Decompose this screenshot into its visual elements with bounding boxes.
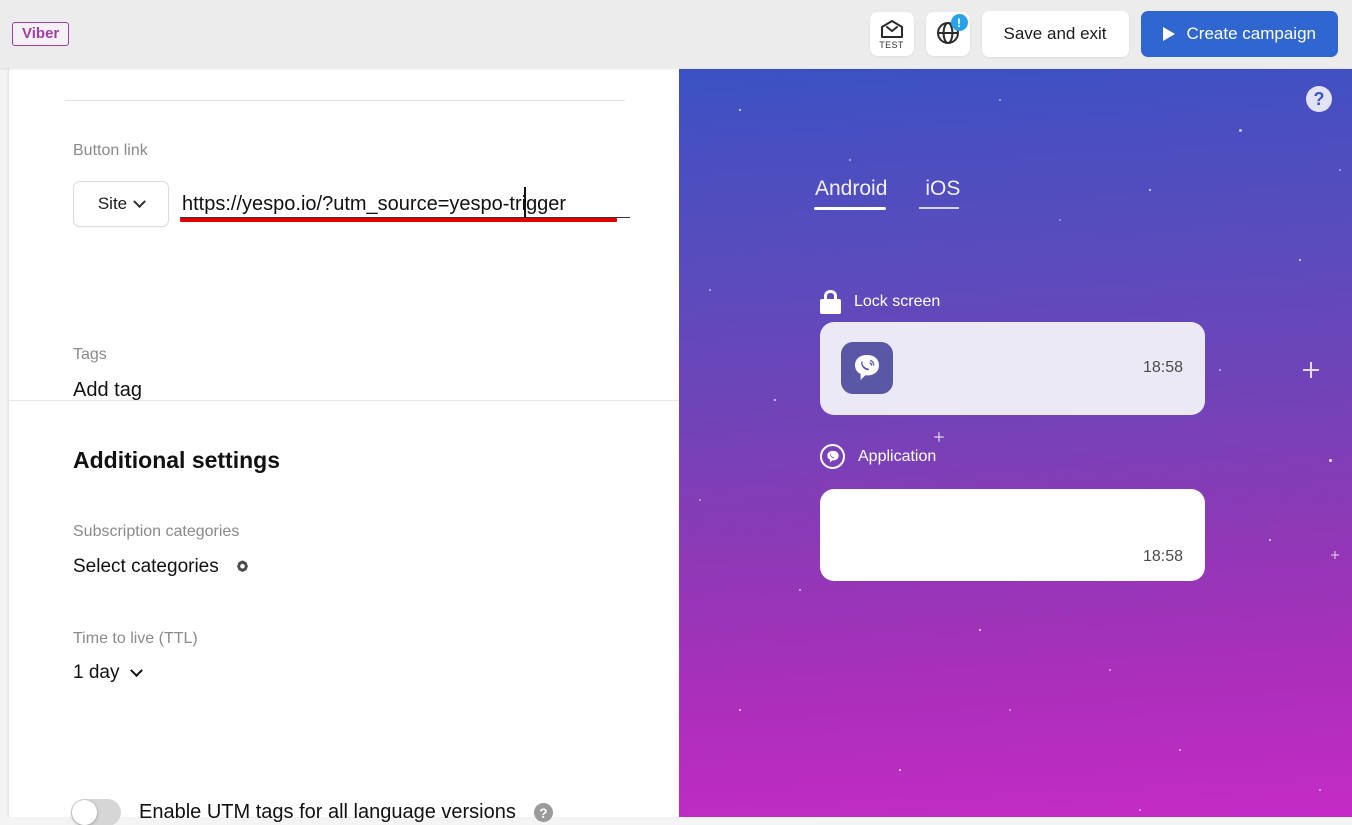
device-preview-panel: ? Android iOS Lock screen 18:58 Applicat… — [679, 69, 1352, 817]
ttl-label: Time to live (TTL) — [73, 630, 198, 647]
text-cursor — [524, 187, 526, 217]
application-time: 18:58 — [1142, 548, 1183, 565]
header-actions: TEST ! Save and exit Create campaign — [869, 11, 1338, 57]
star-field — [679, 69, 1352, 817]
application-notification-card[interactable]: 18:58 — [820, 489, 1205, 581]
tags-field: Tags Add tag — [73, 346, 142, 402]
lock-screen-notification-card[interactable]: 18:58 — [820, 322, 1205, 415]
question-mark-icon[interactable]: ? — [533, 803, 553, 822]
test-icon-label: TEST — [879, 40, 904, 50]
top-divider — [65, 100, 625, 101]
ttl-field: Time to live (TTL) 1 day — [73, 630, 198, 684]
ttl-select[interactable]: 1 day — [73, 662, 198, 684]
button-link-row: Site — [73, 181, 630, 227]
tab-ios[interactable]: iOS — [919, 177, 960, 210]
form-pane: Button link Site Tags A — [0, 68, 679, 825]
preview-help-button[interactable]: ? — [1306, 86, 1332, 112]
subscription-categories-field: Subscription categories Select categorie… — [73, 523, 251, 578]
select-categories-button[interactable]: Select categories — [73, 556, 219, 578]
play-icon — [1162, 27, 1175, 41]
form-card: Button link Site Tags A — [8, 68, 679, 825]
toggle-knob — [72, 800, 97, 825]
viber-circle-icon — [820, 444, 845, 469]
test-send-button[interactable]: TEST — [869, 12, 914, 56]
utm-toggle-switch[interactable] — [71, 799, 121, 825]
link-type-select[interactable]: Site — [73, 181, 169, 227]
lock-screen-section-header: Lock screen — [820, 290, 940, 314]
app-header: Viber TEST ! Save and exit Create campai… — [0, 0, 1352, 68]
lock-screen-label: Lock screen — [854, 293, 941, 310]
create-campaign-button[interactable]: Create campaign — [1140, 11, 1338, 57]
application-section-header: Application — [820, 444, 936, 469]
utm-toggle-row: Enable UTM tags for all language version… — [71, 799, 553, 825]
os-preview-tabs: Android iOS — [813, 177, 960, 210]
button-link-label: Button link — [73, 142, 148, 159]
section-divider — [9, 400, 679, 401]
additional-settings-title: Additional settings — [73, 447, 280, 473]
gear-icon[interactable] — [234, 559, 251, 576]
lock-icon — [820, 290, 841, 314]
viber-app-icon — [841, 342, 893, 394]
application-label: Application — [858, 447, 937, 465]
language-versions-button[interactable]: ! — [925, 12, 970, 56]
tab-android[interactable]: Android — [813, 177, 887, 210]
link-type-value: Site — [97, 194, 128, 213]
language-alert-badge: ! — [950, 14, 968, 31]
utm-toggle-label: Enable UTM tags for all language version… — [139, 801, 516, 823]
subscription-categories-row: Select categories — [73, 556, 251, 578]
campaign-editor-screen: Viber TEST ! Save and exit Create campai… — [0, 0, 1352, 825]
lock-screen-time: 18:58 — [1142, 359, 1183, 376]
create-campaign-label: Create campaign — [1186, 24, 1316, 43]
button-link-input-wrap — [180, 181, 630, 227]
ttl-value: 1 day — [73, 662, 120, 683]
chevron-down-icon — [130, 663, 144, 677]
save-and-exit-button[interactable]: Save and exit — [981, 11, 1129, 57]
input-red-highlight — [180, 218, 617, 222]
tags-label: Tags — [73, 346, 107, 363]
chevron-down-icon — [133, 194, 147, 208]
button-link-field: Button link Site — [73, 142, 630, 227]
channel-badge: Viber — [12, 22, 70, 46]
subscription-categories-label: Subscription categories — [73, 523, 240, 540]
add-tag-button[interactable]: Add tag — [73, 379, 142, 401]
